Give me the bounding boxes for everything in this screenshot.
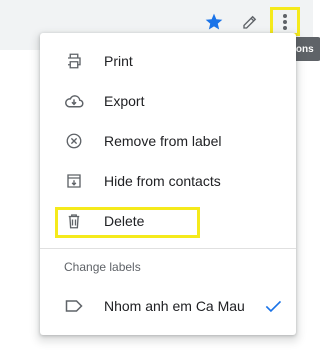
label-item-label: Nhom anh em Ca Mau xyxy=(104,298,245,314)
more-vert-icon xyxy=(283,13,287,30)
check-icon xyxy=(262,296,284,321)
menu-item-hide-from-contacts[interactable]: Hide from contacts xyxy=(40,161,296,201)
export-icon xyxy=(64,91,84,111)
menu-item-label: Remove from label xyxy=(104,133,222,149)
more-actions-menu: Print Export Remove from label Hide from… xyxy=(40,33,296,335)
more-actions-button[interactable] xyxy=(270,7,300,36)
menu-item-remove-from-label[interactable]: Remove from label xyxy=(40,121,296,161)
label-icon xyxy=(64,296,84,316)
delete-highlight xyxy=(55,207,200,238)
edit-icon[interactable] xyxy=(240,12,260,32)
star-icon[interactable] xyxy=(204,12,224,32)
menu-item-print[interactable]: Print xyxy=(40,41,296,81)
change-labels-heading: Change labels xyxy=(64,260,141,274)
print-icon xyxy=(64,51,84,71)
remove-circle-icon xyxy=(64,131,84,151)
menu-item-export[interactable]: Export xyxy=(40,81,296,121)
hide-icon xyxy=(64,171,84,191)
label-item-nhom-anh-em-ca-mau[interactable]: Nhom anh em Ca Mau xyxy=(40,286,296,326)
menu-item-label: Print xyxy=(104,53,133,69)
menu-divider xyxy=(40,248,296,249)
menu-item-label: Hide from contacts xyxy=(104,173,221,189)
menu-item-label: Export xyxy=(104,93,145,109)
